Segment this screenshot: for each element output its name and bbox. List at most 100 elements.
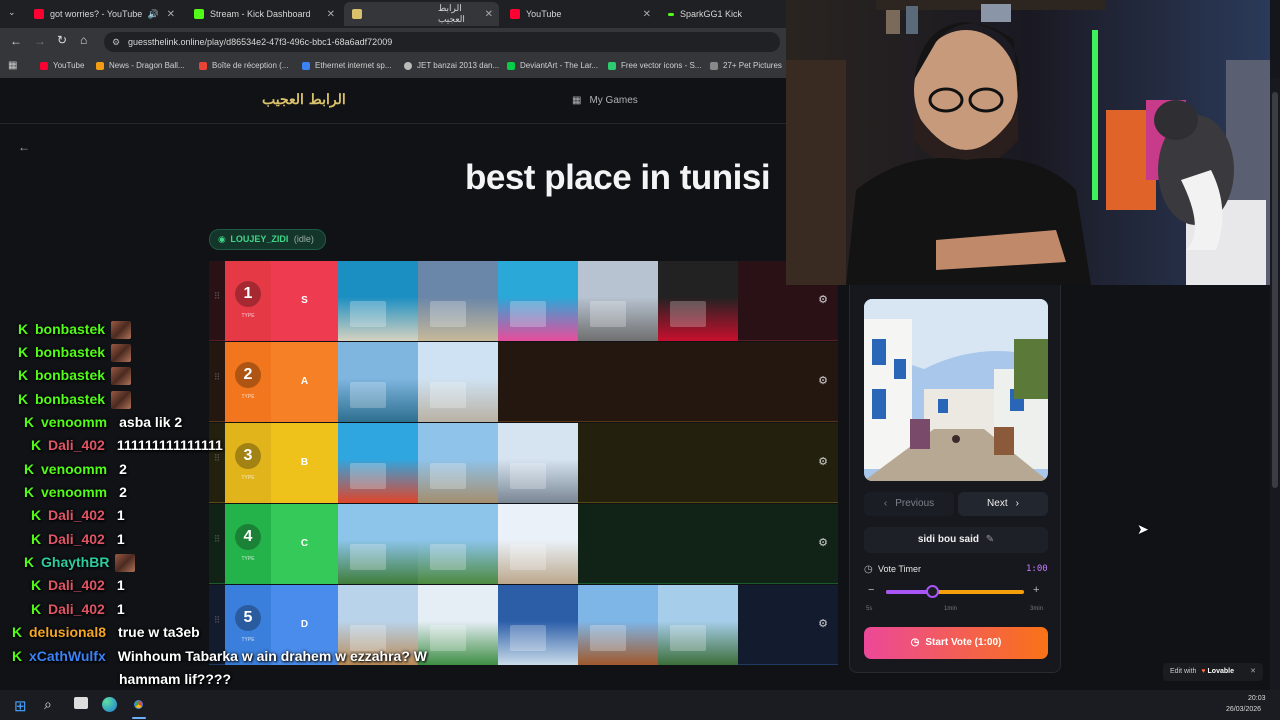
tier-letter[interactable]: A (271, 342, 338, 422)
place-thumbnail[interactable] (418, 342, 498, 422)
place-thumbnail[interactable] (338, 504, 418, 584)
chrome-icon[interactable] (131, 697, 146, 712)
place-thumbnail[interactable] (578, 585, 658, 665)
decrease-timer-button[interactable]: − (868, 584, 874, 596)
tab-youtube[interactable]: YouTube ✕ (502, 2, 657, 26)
tab-sparkgg1[interactable]: SparkGG1 Kick (660, 2, 786, 26)
place-thumbnail[interactable] (578, 261, 658, 341)
chat-username[interactable]: delusional8 (29, 624, 106, 640)
bookmark-jet-banzai[interactable]: JET banzai 2013 dan... (404, 61, 499, 70)
tab-label: الرابط العجيب (437, 3, 465, 24)
chat-username[interactable]: venoomm (41, 461, 107, 477)
chevron-right-icon: › (1015, 498, 1019, 509)
tier-letter[interactable]: S (271, 261, 338, 341)
chat-username[interactable]: venoomm (41, 414, 107, 430)
tier-letter[interactable]: B (271, 423, 338, 503)
gear-icon[interactable]: ⚙ (818, 374, 828, 387)
page-scrollbar[interactable] (1270, 78, 1280, 690)
back-icon[interactable]: ← (10, 34, 22, 48)
bookmark-deviantart[interactable]: DeviantArt - The Lar... (507, 61, 598, 70)
chat-username[interactable]: bonbastek (35, 344, 105, 360)
close-tab-icon[interactable]: ✕ (643, 9, 651, 20)
gear-icon[interactable]: ⚙ (818, 293, 828, 306)
bookmark-youtube[interactable]: YouTube (40, 61, 84, 70)
chat-username[interactable]: GhaythBR (41, 554, 109, 570)
next-button[interactable]: Next › (958, 492, 1048, 516)
bookmark-gmail[interactable]: Boîte de réception (... (199, 61, 289, 70)
gear-icon[interactable]: ⚙ (818, 455, 828, 468)
start-vote-button[interactable]: ◷ Start Vote (1:00) (864, 627, 1048, 659)
emote-image (115, 554, 136, 573)
chat-username[interactable]: bonbastek (35, 367, 105, 383)
place-thumbnail[interactable] (338, 342, 418, 422)
place-thumbnail[interactable] (418, 585, 498, 665)
previous-button[interactable]: ‹ Previous (864, 492, 954, 516)
search-icon[interactable]: ⌕ (44, 696, 52, 713)
place-thumbnail[interactable] (658, 585, 738, 665)
tab-list-icon[interactable]: ⌄ (8, 7, 16, 18)
edge-icon[interactable] (102, 697, 117, 712)
chat-username[interactable]: Dali_402 (48, 577, 105, 593)
start-icon[interactable]: ⊞ (14, 697, 27, 715)
file-explorer-icon[interactable] (74, 697, 88, 709)
place-thumbnail[interactable] (338, 261, 418, 341)
chat-username[interactable]: bonbastek (35, 391, 105, 407)
place-thumbnail[interactable] (418, 423, 498, 503)
chat-username[interactable]: xCathWulfx (29, 648, 106, 664)
reload-icon[interactable]: ↻ (57, 33, 67, 47)
tab-guessthelink[interactable]: الرابط العجيب ✕ (344, 2, 499, 26)
place-thumbnail[interactable] (498, 261, 578, 341)
place-thumbnail[interactable] (498, 423, 578, 503)
scrollbar-thumb[interactable] (1272, 92, 1278, 488)
place-preview-image (864, 299, 1048, 481)
chat-username[interactable]: venoomm (41, 484, 107, 500)
increase-timer-button[interactable]: + (1033, 584, 1039, 596)
close-icon[interactable]: ✕ (1250, 663, 1256, 681)
tier-letter[interactable]: C (271, 504, 338, 584)
place-thumbnail[interactable] (418, 261, 498, 341)
bookmark-free-vector[interactable]: Free vector icons - S... (608, 61, 701, 70)
emote-image (111, 321, 132, 340)
place-thumbnail[interactable] (418, 504, 498, 584)
speaker-icon[interactable]: 🔊 (148, 9, 159, 20)
site-logo[interactable]: الرابط العجيب (262, 92, 346, 108)
address-bar[interactable]: ⚙ guessthelink.online/play/d86534e2-47f3… (104, 32, 780, 52)
site-info-icon[interactable]: ⚙ (112, 32, 120, 52)
place-thumbnail[interactable] (498, 585, 578, 665)
place-thumbnail[interactable] (658, 261, 738, 341)
my-games-link[interactable]: ▦ My Games (572, 95, 638, 106)
timer-slider-track[interactable] (886, 585, 1024, 598)
chat-username[interactable]: bonbastek (35, 321, 105, 337)
place-thumbnail[interactable] (338, 423, 418, 503)
bookmark-dragon-ball[interactable]: News - Dragon Ball... (96, 61, 185, 70)
gear-icon[interactable]: ⚙ (818, 536, 828, 549)
thumbnail-detail (510, 544, 546, 570)
apps-grid-icon[interactable]: ▦ (8, 60, 17, 71)
tab-kick-dashboard[interactable]: Stream - Kick Dashboard ✕ (186, 2, 341, 26)
home-icon[interactable]: ⌂ (80, 33, 87, 47)
chat-username[interactable]: Dali_402 (48, 601, 105, 617)
timer-slider-thumb[interactable] (925, 585, 939, 598)
close-tab-icon[interactable]: ✕ (167, 9, 175, 20)
lovable-badge[interactable]: Edit with ♥ Lovable ✕ (1163, 663, 1263, 681)
bookmark-ethernet[interactable]: Ethernet internet sp... (302, 61, 392, 70)
place-thumbnail[interactable] (498, 504, 578, 584)
tab-youtube-worries[interactable]: got worries? - YouTube 🔊 ✕ (26, 2, 181, 26)
chat-username[interactable]: Dali_402 (48, 437, 105, 453)
edit-pencil-icon[interactable]: ✎ (986, 534, 994, 545)
chat-username[interactable]: Dali_402 (48, 507, 105, 523)
bookmark-pet-pictures[interactable]: 27+ Pet Pictures (710, 61, 782, 70)
drag-handle-icon[interactable]: ⠿ (209, 342, 225, 422)
tier-type: TYPE (241, 394, 255, 400)
place-name: sidi bou said ✎ (864, 527, 1048, 553)
drag-handle-icon[interactable]: ⠿ (209, 504, 225, 584)
drag-handle-icon[interactable]: ⠿ (209, 261, 225, 341)
clock-date[interactable]: 26/03/2026 (1226, 706, 1261, 713)
forward-icon[interactable]: → (34, 34, 46, 48)
chat-username[interactable]: Dali_402 (48, 531, 105, 547)
close-tab-icon[interactable]: ✕ (485, 9, 493, 20)
gear-icon[interactable]: ⚙ (818, 617, 828, 630)
back-arrow-icon[interactable]: ← (18, 140, 30, 154)
clock-time[interactable]: 20:03 (1248, 695, 1266, 702)
close-tab-icon[interactable]: ✕ (327, 9, 335, 20)
